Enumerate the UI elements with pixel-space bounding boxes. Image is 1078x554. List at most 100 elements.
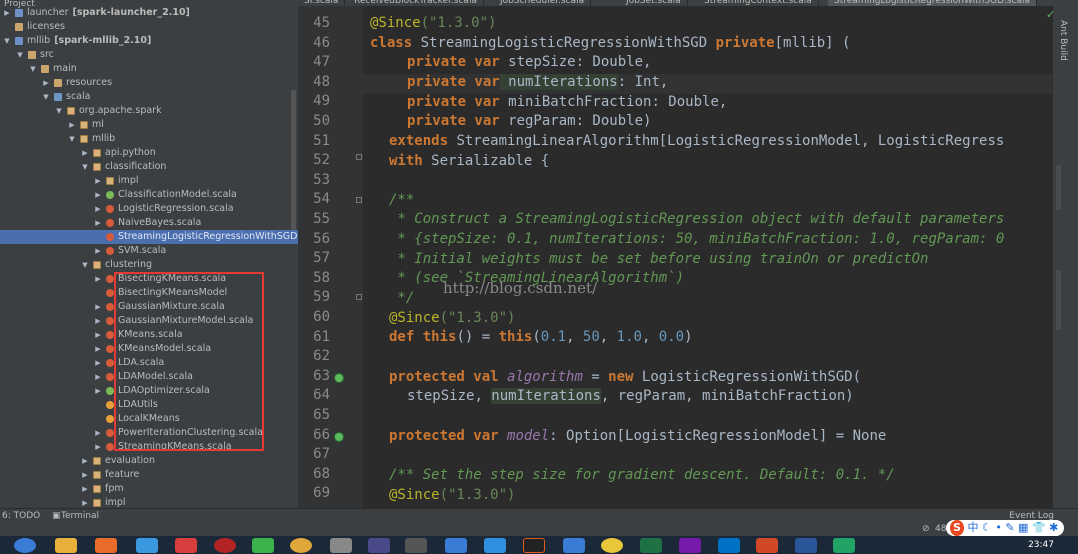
package-icon	[93, 261, 101, 269]
powerpoint-icon[interactable]	[756, 538, 778, 553]
firefox-icon[interactable]	[95, 538, 117, 553]
cloud-icon[interactable]	[136, 538, 158, 553]
tree-item[interactable]: StreamingLogisticRegressionWithSGD	[0, 230, 298, 244]
tree-item[interactable]: ▶ launcher [spark-launcher_2.10]	[0, 6, 298, 20]
excel-icon[interactable]	[640, 538, 662, 553]
app-icon[interactable]	[368, 538, 390, 553]
tree-item[interactable]: ▶ SVM.scala	[0, 244, 298, 258]
ie-icon[interactable]	[175, 538, 197, 553]
tree-item[interactable]: ▼ main	[0, 62, 298, 76]
expand-down-icon[interactable]: ▼	[81, 258, 89, 272]
expand-down-icon[interactable]: ▼	[29, 62, 37, 76]
tree-item-label: ClassificationModel.scala	[118, 189, 237, 200]
todo-tab[interactable]: 6: TODO	[2, 509, 40, 523]
expand-right-icon[interactable]: ▶	[68, 118, 76, 132]
class-icon	[106, 359, 114, 367]
expand-right-icon[interactable]: ▶	[94, 328, 102, 342]
expand-right-icon[interactable]: ▶	[81, 146, 89, 160]
tree-item[interactable]: ▶ evaluation	[0, 454, 298, 468]
expand-right-icon[interactable]: ▶	[94, 314, 102, 328]
fold-marker-icon[interactable]	[356, 294, 362, 300]
expand-down-icon[interactable]: ▼	[81, 160, 89, 174]
tree-item[interactable]: ▼ scala	[0, 90, 298, 104]
tree-item[interactable]: ▼ org.apache.spark	[0, 104, 298, 118]
expand-right-icon[interactable]: ▶	[94, 370, 102, 384]
project-scrollbar[interactable]	[291, 90, 296, 230]
tree-item-label: classification	[105, 161, 167, 172]
expand-right-icon[interactable]: ▶	[94, 188, 102, 202]
onenote-icon[interactable]	[679, 538, 701, 553]
expand-right-icon[interactable]: ▶	[94, 300, 102, 314]
app-icon[interactable]	[405, 538, 427, 553]
fold-marker-icon[interactable]	[356, 154, 362, 160]
outlook-icon[interactable]	[718, 538, 740, 553]
tree-item[interactable]: ▶ feature	[0, 468, 298, 482]
expand-right-icon[interactable]: ▶	[3, 6, 11, 20]
record-icon[interactable]	[214, 538, 236, 553]
chrome-icon[interactable]	[290, 538, 312, 553]
editor-tab[interactable]: ReceivedBlockTracker.scala	[348, 0, 484, 6]
ant-build-tab[interactable]: Ant Build	[1058, 20, 1068, 61]
intellij-icon[interactable]	[523, 538, 545, 553]
app-icon[interactable]	[330, 538, 352, 553]
tree-item[interactable]: licenses	[0, 20, 298, 34]
fold-marker-icon[interactable]	[356, 197, 362, 203]
tree-item[interactable]: ▶ api.python	[0, 146, 298, 160]
tree-item[interactable]: ▼ classification	[0, 160, 298, 174]
tree-item[interactable]: ▼ mllib [spark-mllib_2.10]	[0, 34, 298, 48]
wechat-icon[interactable]	[252, 538, 274, 553]
expand-right-icon[interactable]: ▶	[94, 440, 102, 454]
expand-right-icon[interactable]: ▶	[94, 244, 102, 258]
editor-tab[interactable]: StreamingLogisticRegressionWithSGD.scala	[828, 0, 1038, 6]
expand-right-icon[interactable]: ▶	[81, 468, 89, 482]
start-icon[interactable]	[14, 538, 36, 553]
file-explorer-icon[interactable]	[55, 538, 77, 553]
expand-down-icon[interactable]: ▼	[68, 132, 76, 146]
expand-right-icon[interactable]: ▶	[81, 482, 89, 496]
expand-down-icon[interactable]: ▼	[42, 90, 50, 104]
ime-toolbar[interactable]: S 中 ☾ • ✎ ▦ 👕 ✱	[946, 520, 1065, 536]
expand-right-icon[interactable]: ▶	[94, 216, 102, 230]
editor-tab[interactable]: StreamingContext.scala	[698, 0, 819, 6]
line-number: 61	[313, 328, 330, 345]
tree-item[interactable]: ▶ NaiveBayes.scala	[0, 216, 298, 230]
tree-item-label: impl	[105, 497, 126, 508]
app-icon[interactable]	[563, 538, 585, 553]
expand-down-icon[interactable]: ▼	[16, 48, 24, 62]
expand-right-icon[interactable]: ▶	[94, 384, 102, 398]
tree-item[interactable]: ▶ impl	[0, 496, 298, 508]
expand-right-icon[interactable]: ▶	[94, 426, 102, 440]
word-icon[interactable]	[795, 538, 817, 553]
expand-right-icon[interactable]: ▶	[42, 76, 50, 90]
expand-right-icon[interactable]: ▶	[94, 356, 102, 370]
app-icon[interactable]	[484, 538, 506, 553]
tree-item[interactable]: ▼ src	[0, 48, 298, 62]
tree-item[interactable]: ▶ fpm	[0, 482, 298, 496]
qq-icon[interactable]	[445, 538, 467, 553]
terminal-tab[interactable]: Terminal	[61, 509, 99, 523]
tree-item[interactable]: ▶ LogisticRegression.scala	[0, 202, 298, 216]
expand-down-icon[interactable]: ▼	[55, 104, 63, 118]
tree-item[interactable]: ▶ ClassificationModel.scala	[0, 188, 298, 202]
tree-item[interactable]: ▶ impl	[0, 174, 298, 188]
code-line-45: @Since("1.3.0")	[370, 15, 497, 31]
tree-item-label: scala	[66, 91, 91, 102]
expand-right-icon[interactable]: ▶	[94, 342, 102, 356]
editor-tab[interactable]: JobScheduler.scala	[494, 0, 592, 6]
expand-right-icon[interactable]: ▶	[81, 496, 89, 508]
expand-right-icon[interactable]: ▶	[94, 202, 102, 216]
tree-item[interactable]: ▼ clustering	[0, 258, 298, 272]
expand-down-icon[interactable]: ▼	[3, 34, 11, 48]
override-gutter-icon[interactable]	[334, 432, 344, 442]
editor-tab[interactable]: JobSet.scala	[620, 0, 688, 6]
tree-item[interactable]: ▶ resources	[0, 76, 298, 90]
tree-item[interactable]: ▼ mllib	[0, 132, 298, 146]
override-gutter-icon[interactable]	[334, 373, 344, 383]
expand-right-icon[interactable]: ▶	[81, 454, 89, 468]
class-icon	[106, 373, 114, 381]
expand-right-icon[interactable]: ▶	[94, 272, 102, 286]
tree-item[interactable]: ▶ ml	[0, 118, 298, 132]
app-icon[interactable]	[601, 538, 623, 553]
expand-right-icon[interactable]: ▶	[94, 174, 102, 188]
app-icon[interactable]	[833, 538, 855, 553]
